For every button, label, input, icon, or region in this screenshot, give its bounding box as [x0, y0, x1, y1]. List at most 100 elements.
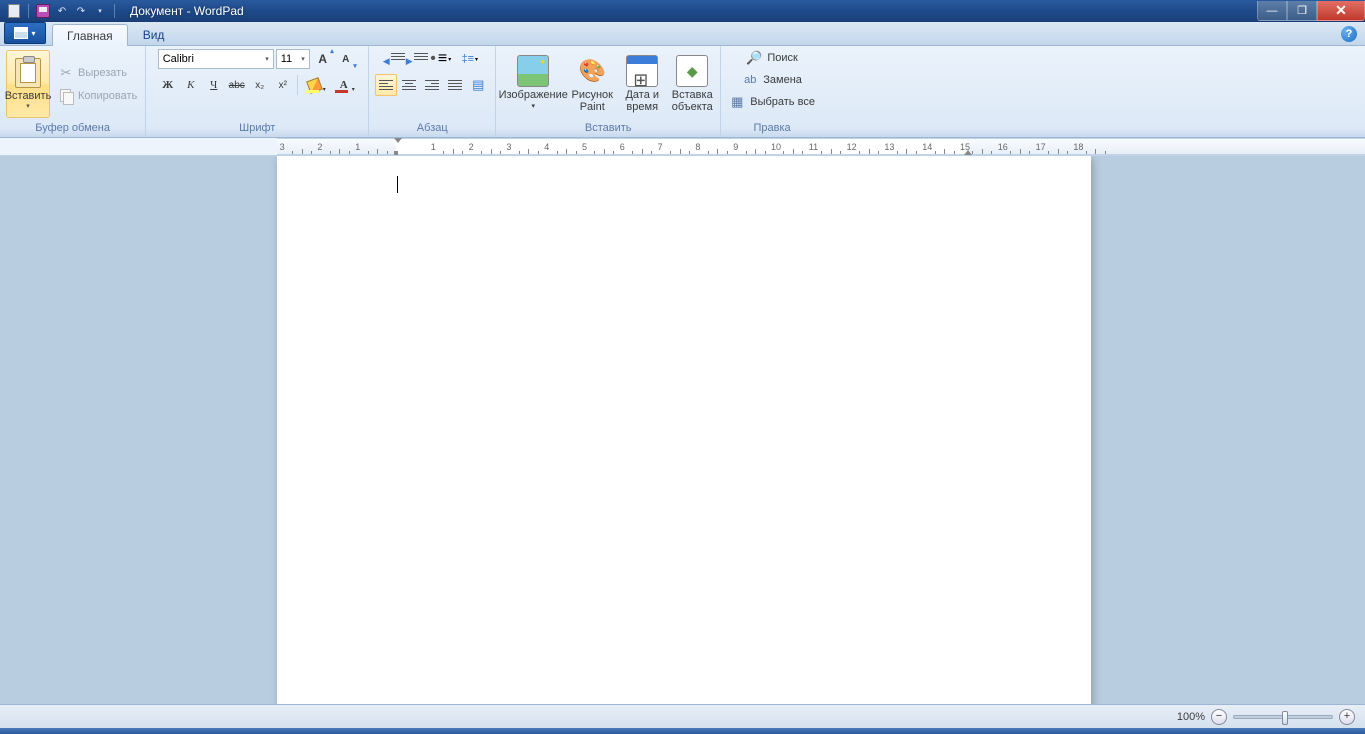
- dropdown-arrow-icon: ▾: [352, 86, 355, 93]
- ruler-tick: [793, 149, 794, 154]
- maximize-button[interactable]: ❐: [1287, 1, 1317, 21]
- insert-image-label: Изображение: [499, 89, 568, 101]
- italic-button[interactable]: К: [180, 74, 202, 96]
- ruler-tick: [802, 151, 803, 154]
- insert-object-label: Вставка объекта: [672, 89, 713, 113]
- shrink-font-button[interactable]: A: [335, 48, 357, 70]
- tab-home[interactable]: Главная: [52, 24, 128, 46]
- highlight-swatch: [306, 90, 319, 93]
- insert-image-button[interactable]: Изображение ▾: [502, 53, 564, 115]
- ruler-tick: [500, 151, 501, 154]
- save-icon[interactable]: [35, 3, 51, 19]
- outdent-icon: ◀: [385, 53, 399, 65]
- align-left-icon: [379, 80, 393, 90]
- redo-icon[interactable]: ↷: [73, 3, 89, 19]
- taskbar-sliver: [0, 728, 1365, 734]
- ruler-number: 11: [809, 142, 818, 152]
- paste-icon: [15, 58, 41, 88]
- group-label-editing: Правка: [727, 120, 817, 137]
- ruler-tick: [453, 149, 454, 154]
- binoculars-icon: 🔎: [746, 50, 762, 66]
- ruler-tick: [878, 151, 879, 154]
- line-spacing-button[interactable]: ‡≡▾: [456, 48, 484, 70]
- zoom-slider-thumb[interactable]: [1282, 711, 1288, 725]
- find-button[interactable]: 🔎 Поиск: [744, 48, 799, 68]
- left-indent-marker[interactable]: [394, 151, 398, 155]
- bullets-icon: ≡: [430, 50, 447, 68]
- align-justify-icon: [448, 80, 462, 90]
- zoom-out-button[interactable]: −: [1211, 709, 1227, 725]
- insert-datetime-button[interactable]: Дата и время: [620, 53, 664, 115]
- bullets-button[interactable]: ≡▾: [427, 48, 455, 70]
- highlight-button[interactable]: ▾: [301, 74, 329, 96]
- help-icon[interactable]: ?: [1341, 26, 1357, 42]
- select-all-button[interactable]: ▦ Выбрать все: [727, 92, 817, 112]
- image-icon: [517, 55, 549, 87]
- paragraph-icon: ▤: [472, 77, 484, 93]
- tab-view[interactable]: Вид: [128, 23, 180, 45]
- paste-button[interactable]: Вставить ▾: [6, 50, 50, 118]
- ruler-tick: [481, 151, 482, 154]
- group-label-font: Шрифт: [152, 120, 362, 137]
- ruler-tick: [387, 151, 388, 154]
- dropdown-arrow-icon: ▾: [531, 101, 535, 113]
- window-controls: — ❐ ✕: [1257, 1, 1365, 21]
- minimize-button[interactable]: —: [1257, 1, 1287, 21]
- ruler-tick: [982, 149, 983, 154]
- ruler-number: 4: [544, 142, 549, 152]
- insert-paint-button[interactable]: Рисунок Paint: [570, 53, 614, 115]
- decrease-indent-button[interactable]: ◀: [381, 48, 403, 70]
- bold-button[interactable]: Ж: [157, 74, 179, 96]
- ruler-number: 15: [960, 142, 970, 152]
- align-justify-button[interactable]: [444, 74, 466, 96]
- scissors-icon: [58, 65, 74, 81]
- font-color-button[interactable]: A ▾: [330, 74, 358, 96]
- paint-icon: [576, 55, 608, 87]
- font-name-value: Calibri: [163, 53, 194, 65]
- zoom-slider[interactable]: [1233, 715, 1333, 719]
- ruler-tick: [576, 151, 577, 154]
- paragraph-dialog-button[interactable]: ▤: [467, 74, 489, 96]
- subscript-button[interactable]: x₂: [249, 74, 271, 96]
- document-page[interactable]: [277, 156, 1091, 704]
- undo-icon[interactable]: ↶: [54, 3, 70, 19]
- align-right-button[interactable]: [421, 74, 443, 96]
- insert-object-button[interactable]: Вставка объекта: [670, 53, 714, 115]
- grow-font-button[interactable]: A: [312, 48, 334, 70]
- ruler-tick: [991, 151, 992, 154]
- ruler-tick: [1058, 149, 1059, 154]
- ruler-tick: [1086, 151, 1087, 154]
- ruler-tick: [935, 151, 936, 154]
- ruler-number: 13: [884, 142, 894, 152]
- file-menu-button[interactable]: ▾: [4, 22, 46, 44]
- first-line-indent-marker[interactable]: [394, 138, 402, 143]
- strikethrough-button[interactable]: abc: [226, 74, 248, 96]
- zoom-controls: 100% − +: [1177, 709, 1365, 725]
- horizontal-ruler[interactable]: 321123456789101112131415161718: [0, 138, 1365, 156]
- copy-button[interactable]: Копировать: [56, 86, 139, 106]
- document-area: 321123456789101112131415161718: [0, 138, 1365, 704]
- replace-button[interactable]: ab Замена: [740, 70, 804, 90]
- font-size-combo[interactable]: 11 ▾: [276, 49, 310, 69]
- ruler-tick: [680, 149, 681, 154]
- ruler-tick: [869, 149, 870, 154]
- qat-customize-icon[interactable]: ▾: [92, 3, 108, 19]
- increase-indent-button[interactable]: ▶: [404, 48, 426, 70]
- align-left-button[interactable]: [375, 74, 397, 96]
- font-name-combo[interactable]: Calibri ▾: [158, 49, 274, 69]
- underline-button[interactable]: Ч: [203, 74, 225, 96]
- zoom-in-button[interactable]: +: [1339, 709, 1355, 725]
- app-icon: [6, 3, 22, 19]
- ruler-tick: [613, 151, 614, 154]
- close-button[interactable]: ✕: [1317, 1, 1365, 21]
- ruler-number: 9: [733, 142, 738, 152]
- superscript-button[interactable]: x²: [272, 74, 294, 96]
- paste-label: Вставить: [5, 90, 52, 102]
- cut-button[interactable]: Вырезать: [56, 63, 139, 83]
- ruler-tick: [1067, 151, 1068, 154]
- ruler-number: 17: [1036, 142, 1046, 152]
- ruler-tick: [859, 151, 860, 154]
- page-viewport[interactable]: [0, 156, 1365, 704]
- align-center-button[interactable]: [398, 74, 420, 96]
- ruler-tick: [368, 151, 369, 154]
